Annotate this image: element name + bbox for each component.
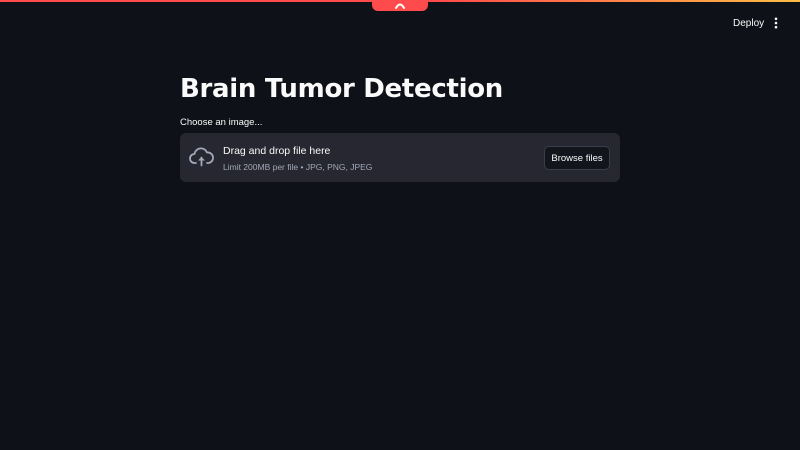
file-dropzone[interactable]: Drag and drop file here Limit 200MB per … [180,133,620,182]
header-toggle-tab[interactable] [372,0,428,11]
more-vertical-icon [774,14,778,33]
main-menu-button[interactable] [767,13,785,33]
chevron-up-icon [395,2,405,9]
app-root: Deploy Brain Tumor Detection Choose an i… [0,0,800,450]
dropzone-hint: Limit 200MB per file • JPG, PNG, JPEG [223,162,373,172]
deploy-button[interactable]: Deploy [726,13,771,33]
page-title: Brain Tumor Detection [180,74,503,104]
cloud-upload-icon [189,146,214,168]
browse-files-button[interactable]: Browse files [544,146,610,170]
dropzone-title: Drag and drop file here [223,145,331,157]
file-uploader-label: Choose an image... [180,117,263,128]
